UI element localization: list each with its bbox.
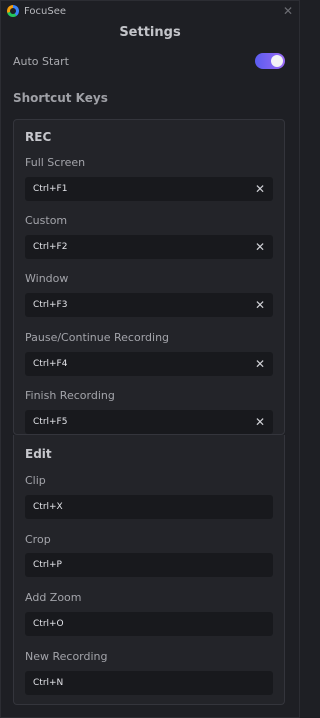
shortcut-input-window[interactable]: Ctrl+F3 ✕ <box>25 293 273 317</box>
shortcut-label-window: Window <box>25 272 69 285</box>
title-bar: FocuSee ✕ <box>1 1 299 21</box>
settings-window: FocuSee ✕ Settings Auto Start Shortcut K… <box>0 0 300 718</box>
app-title: FocuSee <box>24 5 67 17</box>
toggle-knob <box>271 55 283 67</box>
rec-shortcuts-panel: REC Full Screen Ctrl+F1 ✕ Custom Ctrl+F2… <box>13 119 285 435</box>
shortcut-value: Ctrl+F1 <box>33 184 68 194</box>
shortcut-input-finish-recording[interactable]: Ctrl+F5 ✕ <box>25 410 273 434</box>
shortcut-label-clip: Clip <box>25 474 46 487</box>
shortcut-input-full-screen[interactable]: Ctrl+F1 ✕ <box>25 177 273 201</box>
shortcut-label-finish-recording: Finish Recording <box>25 389 115 402</box>
shortcut-label-pause-continue: Pause/Continue Recording <box>25 331 170 344</box>
shortcut-label-new-recording: New Recording <box>25 650 108 663</box>
shortcut-label-custom: Custom <box>25 214 68 227</box>
shortcut-input-new-recording[interactable]: Ctrl+N <box>25 671 273 695</box>
shortcut-label-add-zoom: Add Zoom <box>25 591 82 604</box>
shortcut-value: Ctrl+N <box>33 678 64 688</box>
rec-heading: REC <box>25 130 52 144</box>
auto-start-label: Auto Start <box>13 54 69 68</box>
clear-icon[interactable]: ✕ <box>255 358 265 370</box>
auto-start-toggle[interactable] <box>255 53 285 69</box>
shortcut-keys-heading: Shortcut Keys <box>13 91 108 105</box>
shortcut-input-clip[interactable]: Ctrl+X <box>25 495 273 519</box>
clear-icon[interactable]: ✕ <box>255 183 265 195</box>
clear-icon[interactable]: ✕ <box>255 299 265 311</box>
shortcut-input-custom[interactable]: Ctrl+F2 ✕ <box>25 235 273 259</box>
clear-icon[interactable]: ✕ <box>255 416 265 428</box>
shortcut-label-full-screen: Full Screen <box>25 156 86 169</box>
edit-shortcuts-panel: Edit Clip Ctrl+X Crop Ctrl+P Add Zoom Ct… <box>13 435 285 705</box>
shortcut-value: Ctrl+F5 <box>33 417 68 427</box>
shortcut-input-pause-continue[interactable]: Ctrl+F4 ✕ <box>25 352 273 376</box>
shortcut-value: Ctrl+P <box>33 560 62 570</box>
edit-heading: Edit <box>25 447 52 461</box>
shortcut-input-add-zoom[interactable]: Ctrl+O <box>25 612 273 636</box>
shortcut-input-crop[interactable]: Ctrl+P <box>25 553 273 577</box>
shortcut-value: Ctrl+F3 <box>33 300 68 310</box>
shortcut-value: Ctrl+F2 <box>33 242 68 252</box>
clear-icon[interactable]: ✕ <box>255 241 265 253</box>
shortcut-value: Ctrl+O <box>33 619 64 629</box>
app-logo-icon <box>7 5 19 17</box>
shortcut-value: Ctrl+F4 <box>33 359 68 369</box>
shortcut-label-crop: Crop <box>25 533 51 546</box>
close-icon[interactable]: ✕ <box>283 4 293 18</box>
shortcut-value: Ctrl+X <box>33 502 63 512</box>
auto-start-row: Auto Start <box>13 51 285 71</box>
page-title: Settings <box>119 25 181 40</box>
